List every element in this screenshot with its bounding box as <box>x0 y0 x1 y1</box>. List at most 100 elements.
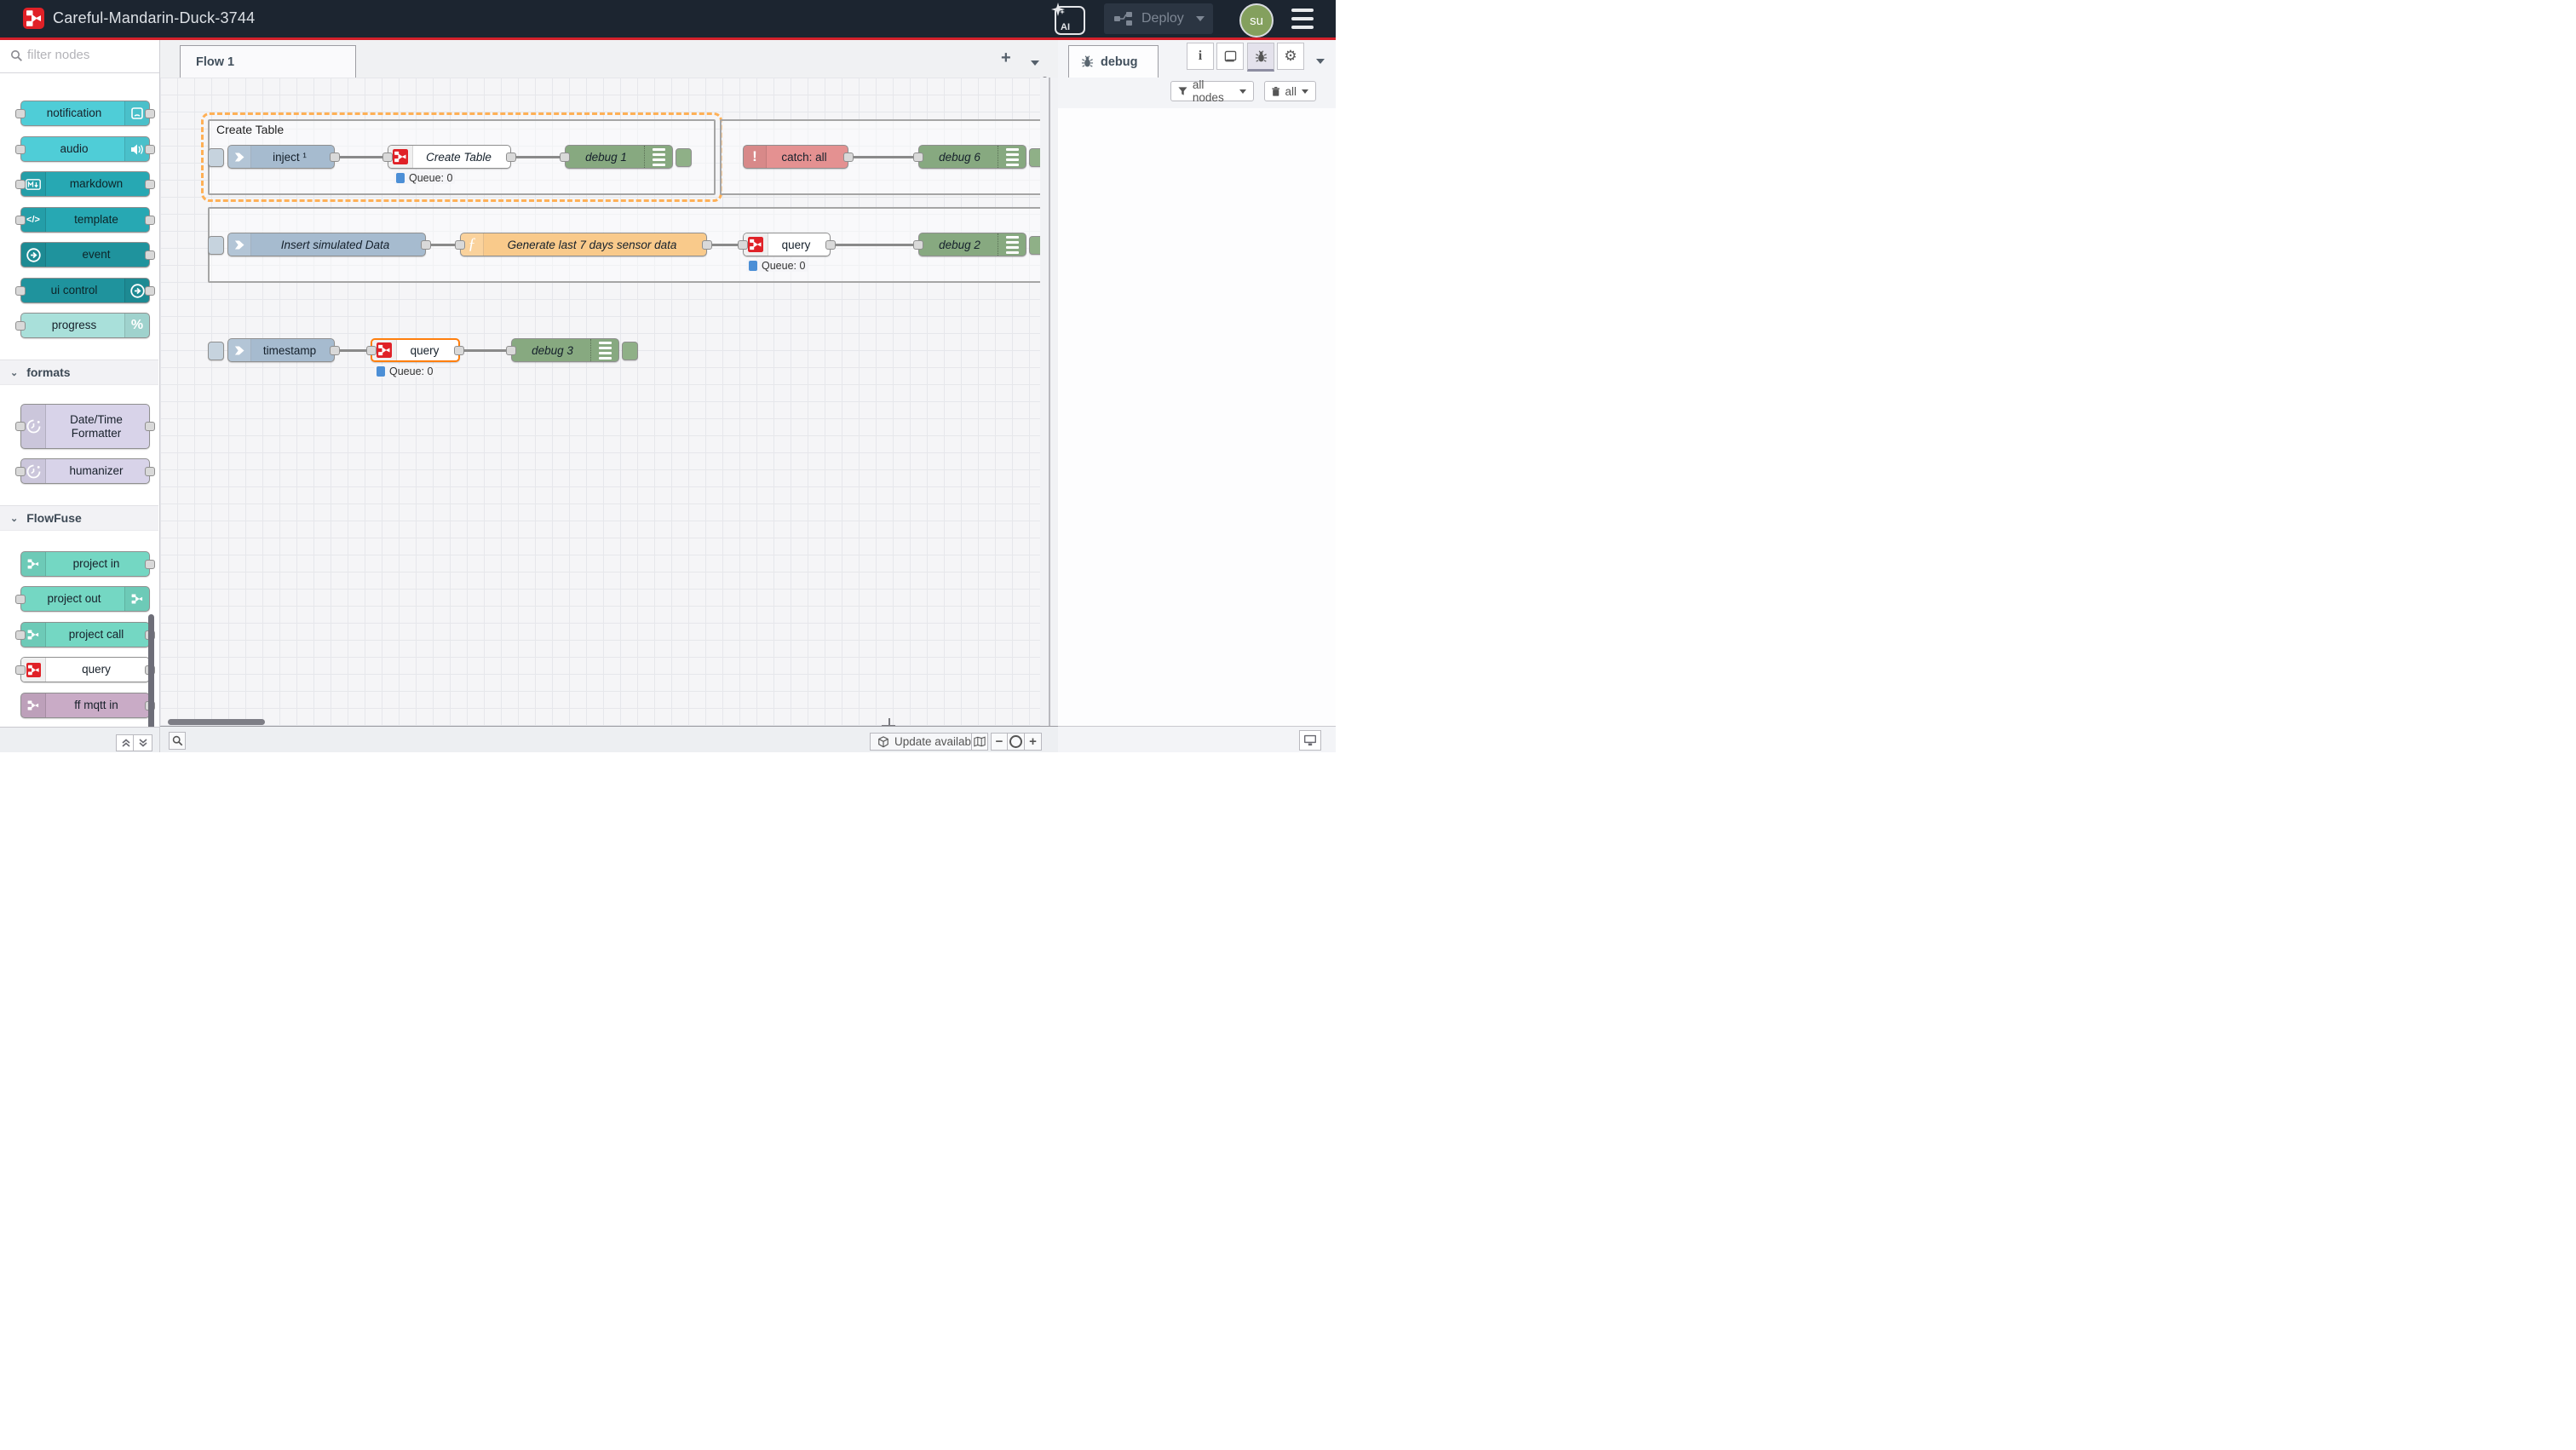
ai-assistant-button[interactable]: AI <box>1055 6 1085 35</box>
node-catch-all[interactable]: ! catch: all <box>743 145 848 169</box>
sidebar-splitter[interactable] <box>1040 78 1058 726</box>
input-port[interactable] <box>506 346 516 355</box>
palette-node-template[interactable]: </> template <box>20 207 150 233</box>
output-port[interactable] <box>421 240 431 250</box>
palette-node-markdown[interactable]: markdown <box>20 171 150 197</box>
palette-node-project-call[interactable]: project call <box>20 622 150 647</box>
palette-node-label: query <box>82 663 111 676</box>
debug-filter-button[interactable]: all nodes <box>1170 81 1254 101</box>
user-avatar[interactable]: su <box>1239 3 1274 37</box>
zoom-in-button[interactable]: + <box>1025 733 1042 751</box>
palette-section-formats[interactable]: ⌄ formats <box>0 360 158 385</box>
inject-button[interactable] <box>208 342 224 360</box>
palette-section-flowfuse[interactable]: ⌄ FlowFuse <box>0 505 158 531</box>
debug-toggle-button[interactable] <box>622 342 638 360</box>
debug-tab-button[interactable] <box>1247 43 1274 72</box>
palette-scroll-area[interactable]: notification audio markdown </> template <box>0 73 158 727</box>
node-create-table[interactable]: Create Table <box>388 145 511 169</box>
port <box>145 560 155 569</box>
flow-list-caret[interactable] <box>1031 55 1039 70</box>
input-port[interactable] <box>560 152 570 162</box>
output-port[interactable] <box>454 346 464 355</box>
palette-node-progress[interactable]: progress % <box>20 313 150 338</box>
inject-button[interactable] <box>208 236 224 255</box>
node-debug2[interactable]: debug 2 <box>918 233 1026 256</box>
debug-toggle-button[interactable] <box>1029 236 1040 255</box>
input-port[interactable] <box>455 240 465 250</box>
help-tab-button[interactable] <box>1216 43 1244 70</box>
node-label: timestamp <box>263 344 316 357</box>
canvas-h-scrollbar[interactable] <box>168 719 265 725</box>
palette-node-label: event <box>82 248 110 262</box>
input-port[interactable] <box>913 240 923 250</box>
palette-node-humanizer[interactable]: humanizer <box>20 458 150 484</box>
queue-status: Queue: 0 <box>394 171 455 184</box>
node-query-mid[interactable]: query <box>743 233 831 256</box>
sidebar-tab-debug[interactable]: debug <box>1068 45 1159 78</box>
debug-sidebar-icon <box>590 339 618 361</box>
info-tab-button[interactable]: i <box>1187 43 1214 70</box>
zoom-reset-icon <box>1009 735 1022 748</box>
node-query-selected[interactable]: query <box>371 338 460 362</box>
main-menu-button[interactable] <box>1291 9 1314 29</box>
debug-toggle-button[interactable] <box>1029 148 1040 167</box>
deploy-button[interactable]: Deploy <box>1104 3 1213 34</box>
palette-node-label: ff mqtt in <box>74 699 118 712</box>
output-port[interactable] <box>506 152 516 162</box>
input-port[interactable] <box>366 346 377 355</box>
node-label: query <box>411 344 440 357</box>
input-port[interactable] <box>913 152 923 162</box>
search-flows-button[interactable] <box>169 732 186 750</box>
port <box>15 321 26 331</box>
palette-node-ff-mqtt-in[interactable]: ff mqtt in <box>20 693 150 718</box>
tab-flow1[interactable]: Flow 1 <box>180 45 356 78</box>
output-port[interactable] <box>825 240 836 250</box>
inject-arrow-icon <box>228 233 251 256</box>
add-flow-button[interactable]: + <box>1001 49 1011 68</box>
port <box>145 467 155 476</box>
output-port[interactable] <box>843 152 854 162</box>
palette-node-project-in[interactable]: project in <box>20 551 150 577</box>
palette-node-event[interactable]: event <box>20 242 150 268</box>
palette-scrollbar[interactable] <box>148 614 154 727</box>
debug-toggle-button[interactable] <box>676 148 692 167</box>
node-generate-sensor-data[interactable]: ƒ Generate last 7 days sensor data <box>460 233 707 256</box>
node-timestamp[interactable]: timestamp <box>227 338 335 362</box>
output-port[interactable] <box>330 152 340 162</box>
update-available-button[interactable]: Update available <box>870 733 988 751</box>
inject-arrow-icon <box>228 339 251 361</box>
flowfuse-logo-icon[interactable] <box>23 8 44 29</box>
node-label: catch: all <box>781 151 826 164</box>
inject-button[interactable] <box>208 148 224 167</box>
debug-toolbar: all nodes all <box>1058 78 1336 109</box>
deploy-caret-icon <box>1196 16 1205 21</box>
input-port[interactable] <box>382 152 393 162</box>
inject-arrow-icon <box>228 146 251 168</box>
palette-node-datetime-formatter[interactable]: Date/Time Formatter <box>20 404 150 449</box>
ai-label: AI <box>1061 22 1070 32</box>
sidebar-menu-caret[interactable] <box>1316 53 1325 68</box>
zoom-reset-button[interactable] <box>1008 733 1025 751</box>
output-port[interactable] <box>330 346 340 355</box>
debug-clear-button[interactable]: all <box>1264 81 1316 101</box>
node-insert-simulated-data[interactable]: Insert simulated Data <box>227 233 426 256</box>
node-debug6[interactable]: debug 6 <box>918 145 1026 169</box>
open-dashboard-button[interactable] <box>1299 730 1321 751</box>
palette-search[interactable]: filter nodes <box>0 40 159 73</box>
palette-node-query[interactable]: query <box>20 657 150 682</box>
palette-node-audio[interactable]: audio <box>20 136 150 162</box>
node-debug1[interactable]: debug 1 <box>565 145 673 169</box>
minimap-button[interactable] <box>971 733 988 751</box>
node-inject1[interactable]: inject ¹ <box>227 145 335 169</box>
port <box>145 109 155 118</box>
node-debug3[interactable]: debug 3 <box>511 338 619 362</box>
output-port[interactable] <box>702 240 712 250</box>
zoom-controls: − + <box>991 733 1042 751</box>
input-port[interactable] <box>738 240 748 250</box>
zoom-out-button[interactable]: − <box>991 733 1008 751</box>
palette-node-project-out[interactable]: project out <box>20 586 150 612</box>
palette-node-notification[interactable]: notification <box>20 101 150 126</box>
expand-all-button[interactable] <box>133 734 152 751</box>
palette-node-ui-control[interactable]: ui control <box>20 278 150 303</box>
config-tab-button[interactable]: ⚙ <box>1277 43 1304 70</box>
